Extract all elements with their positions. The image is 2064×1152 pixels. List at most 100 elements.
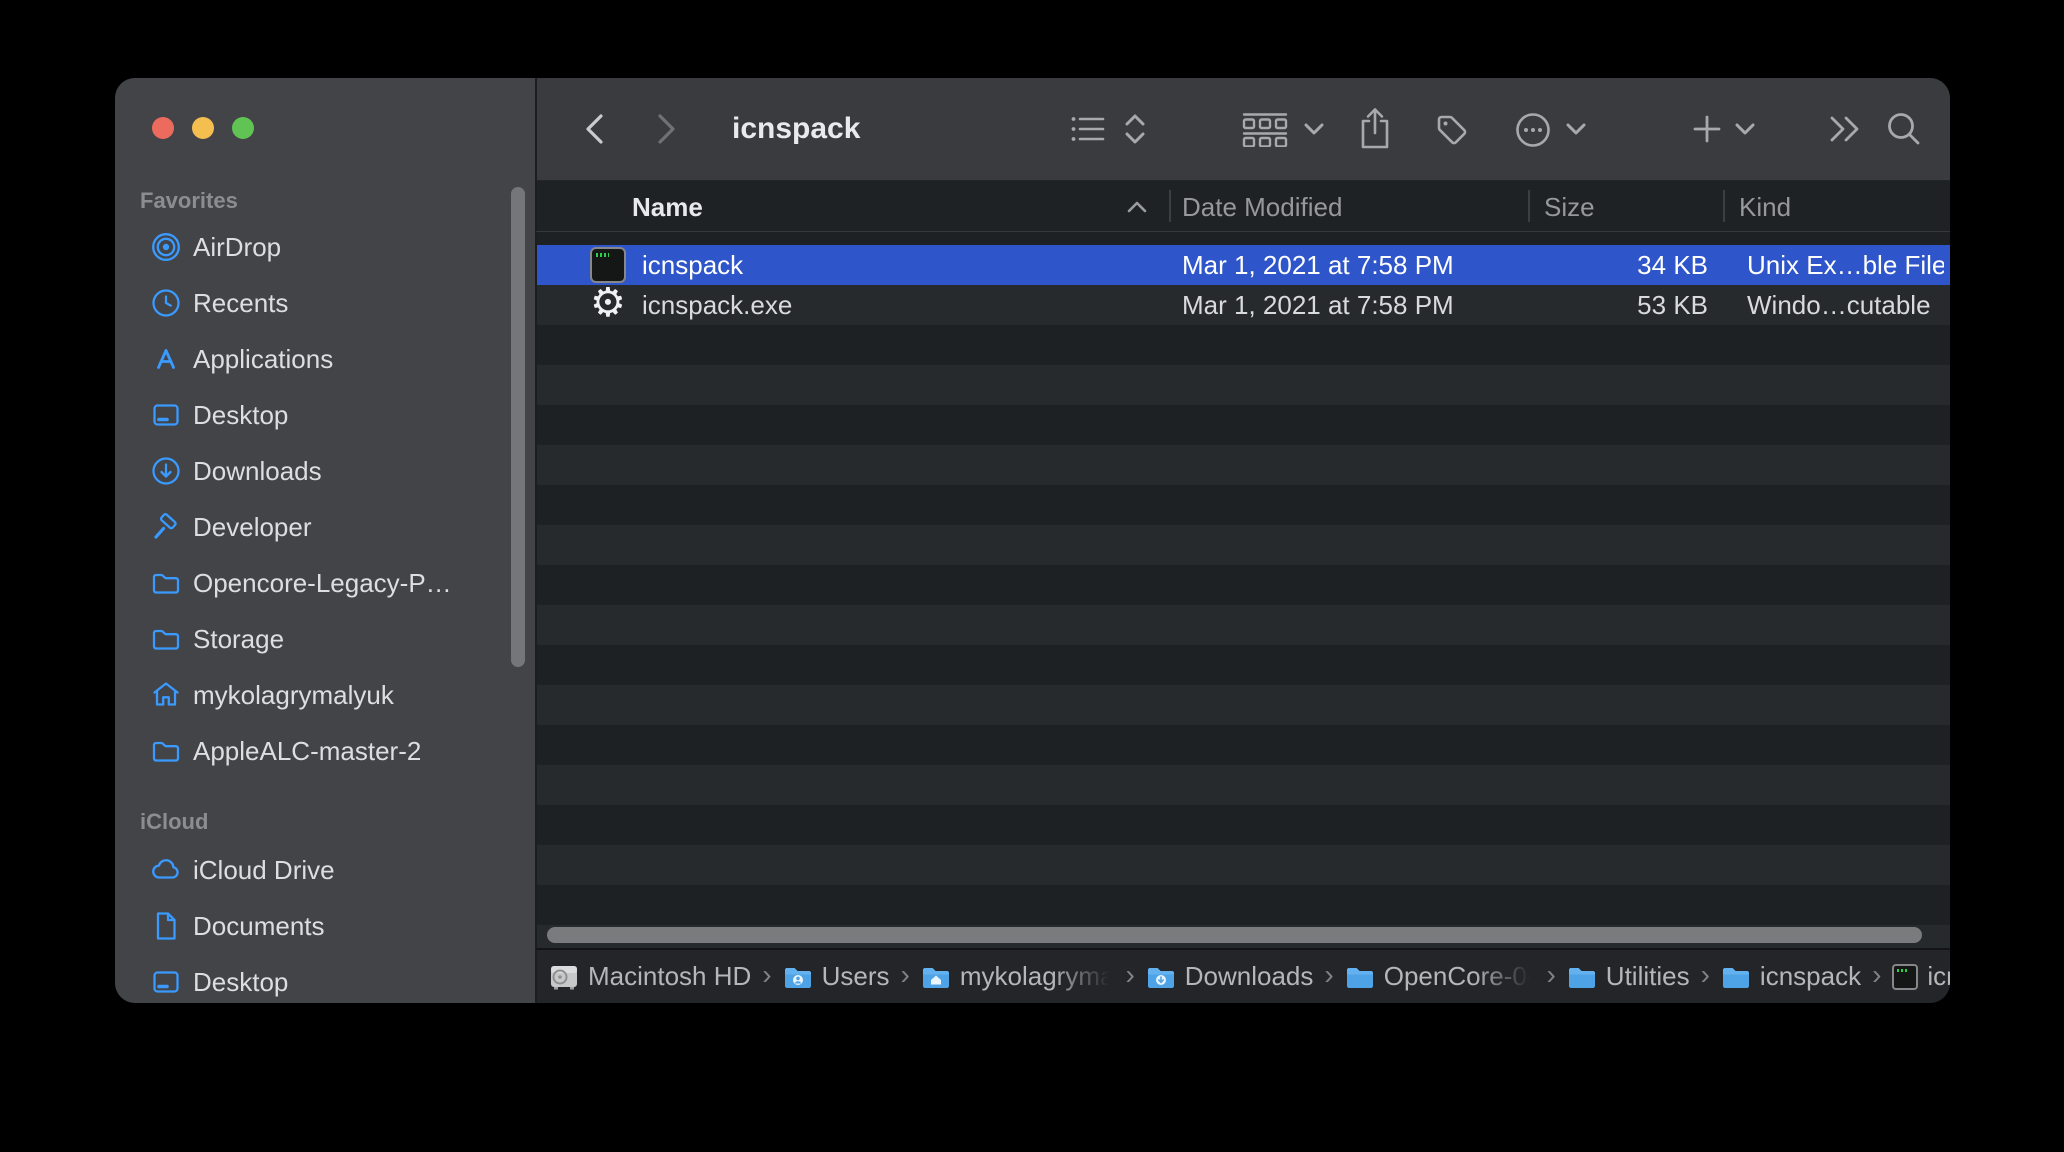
chevron-right-icon bbox=[658, 114, 675, 144]
column-divider[interactable] bbox=[1169, 190, 1171, 222]
sidebar-item-label: Recents bbox=[193, 287, 289, 318]
row-stripes bbox=[537, 245, 1950, 948]
file-size: 53 KB bbox=[1637, 290, 1708, 320]
table-row[interactable]: icnspack Mar 1, 2021 at 7:58 PM 34 KB Un… bbox=[537, 245, 1950, 285]
sidebar-item-desktop-icloud[interactable]: Desktop bbox=[115, 954, 535, 1003]
clock-icon bbox=[152, 289, 180, 317]
sidebar-section-icloud: iCloud bbox=[140, 809, 209, 834]
sidebar-item-label: Opencore-Legacy-P… bbox=[193, 567, 452, 598]
sidebar-item-label: mykolagrymalyuk bbox=[193, 679, 394, 710]
sidebar-item-documents[interactable]: Documents bbox=[115, 898, 535, 954]
hammer-icon bbox=[154, 513, 177, 539]
home-icon bbox=[153, 682, 179, 706]
sort-ascending-icon bbox=[1127, 201, 1147, 213]
more-actions-chevron[interactable] bbox=[1565, 122, 1587, 136]
group-by-icon bbox=[1242, 113, 1288, 147]
folder-blue-icon bbox=[1346, 967, 1373, 988]
appstore-icon bbox=[157, 349, 175, 369]
search-icon bbox=[1888, 113, 1920, 145]
group-by-chevron[interactable] bbox=[1303, 122, 1325, 136]
file-size: 34 KB bbox=[1637, 250, 1708, 280]
document-icon bbox=[156, 912, 176, 940]
file-date: Mar 1, 2021 at 7:58 PM bbox=[1182, 290, 1454, 320]
toolbar: icnspack bbox=[535, 78, 1950, 180]
breadcrumb-opencore[interactable]: OpenCore-0- bbox=[1345, 961, 1535, 992]
minimize-window-button[interactable] bbox=[192, 117, 214, 139]
tag-button[interactable] bbox=[1433, 111, 1471, 149]
horizontal-scrollbar[interactable] bbox=[547, 927, 1922, 943]
double-chevron-right-icon bbox=[1830, 116, 1859, 142]
sidebar-scrollbar[interactable] bbox=[511, 187, 525, 667]
plus-icon bbox=[1693, 115, 1721, 143]
share-button[interactable] bbox=[1357, 107, 1393, 151]
breadcrumb-utilities[interactable]: Utilities bbox=[1567, 961, 1690, 992]
column-header-date[interactable]: Date Modified bbox=[1182, 181, 1342, 233]
column-divider[interactable] bbox=[1528, 190, 1530, 222]
sort-direction-button[interactable] bbox=[1122, 111, 1148, 147]
new-item-chevron[interactable] bbox=[1734, 122, 1756, 136]
folder-blue-icon bbox=[1568, 967, 1595, 988]
column-divider[interactable] bbox=[1723, 190, 1725, 222]
sidebar-item-storage[interactable]: Storage bbox=[115, 611, 535, 667]
breadcrumb-separator: › bbox=[1324, 958, 1334, 990]
toolbar-overflow-button[interactable] bbox=[1827, 114, 1863, 144]
chevron-down-icon bbox=[1566, 123, 1586, 135]
breadcrumb-icnspack-file[interactable]: icnspack bbox=[1892, 961, 1950, 992]
breadcrumb-downloads[interactable]: Downloads bbox=[1146, 961, 1314, 992]
sidebar-item-downloads[interactable]: Downloads bbox=[115, 443, 535, 499]
zoom-window-button[interactable] bbox=[232, 117, 254, 139]
cloud-icon bbox=[152, 859, 179, 879]
breadcrumb-separator: › bbox=[1125, 958, 1135, 990]
sidebar-item-airdrop[interactable]: AirDrop bbox=[115, 219, 535, 275]
folder-users-icon bbox=[784, 967, 811, 988]
terminal-file-icon bbox=[590, 247, 626, 283]
up-down-chevrons-icon bbox=[1125, 114, 1145, 144]
breadcrumb-icnspack-folder[interactable]: icnspack bbox=[1721, 961, 1861, 992]
back-button[interactable] bbox=[582, 112, 606, 146]
column-header-kind[interactable]: Kind bbox=[1739, 181, 1791, 233]
chevron-left-icon bbox=[586, 114, 603, 144]
search-button[interactable] bbox=[1885, 110, 1923, 148]
folder-home-icon bbox=[922, 967, 949, 988]
chevron-down-icon bbox=[1735, 123, 1755, 135]
sidebar-item-applealc[interactable]: AppleALC-master-2 bbox=[115, 723, 535, 779]
close-window-button[interactable] bbox=[152, 117, 174, 139]
breadcrumb-label: icnspack bbox=[1759, 961, 1862, 991]
more-actions-button[interactable] bbox=[1514, 111, 1552, 149]
sidebar-item-home[interactable]: mykolagrymalyuk bbox=[115, 667, 535, 723]
column-header-name[interactable]: Name bbox=[632, 181, 703, 233]
breadcrumb-home[interactable]: mykolagryma bbox=[921, 961, 1114, 992]
view-mode-button[interactable] bbox=[1070, 113, 1106, 145]
breadcrumb-label: Downloads bbox=[1184, 961, 1314, 991]
list-view-icon bbox=[1071, 117, 1105, 141]
folder-downloads-icon bbox=[1147, 967, 1174, 988]
list-column-header: Name Date Modified Size Kind bbox=[535, 180, 1950, 232]
sidebar: Favorites AirDrop Recents Applications D… bbox=[115, 78, 535, 1003]
sidebar-item-opencore-legacy[interactable]: Opencore-Legacy-P… bbox=[115, 555, 535, 611]
sidebar-item-desktop[interactable]: Desktop bbox=[115, 387, 535, 443]
sidebar-item-developer[interactable]: Developer bbox=[115, 499, 535, 555]
folder-icon bbox=[152, 573, 180, 594]
sidebar-item-icloud-drive[interactable]: iCloud Drive bbox=[115, 842, 535, 898]
sidebar-item-applications[interactable]: Applications bbox=[115, 331, 535, 387]
sidebar-item-label: Applications bbox=[193, 343, 334, 374]
sidebar-section-favorites: Favorites bbox=[140, 188, 238, 213]
column-header-size[interactable]: Size bbox=[1544, 181, 1595, 233]
forward-button[interactable] bbox=[655, 112, 679, 146]
gear-exe-icon: ⚙ bbox=[590, 280, 626, 326]
group-by-button[interactable] bbox=[1240, 111, 1290, 147]
new-item-button[interactable] bbox=[1692, 114, 1722, 144]
share-icon bbox=[1361, 108, 1389, 149]
breadcrumb-macintosh-hd[interactable]: Macintosh HD bbox=[549, 961, 751, 992]
sidebar-item-label: Desktop bbox=[193, 399, 289, 430]
sidebar-item-label: Storage bbox=[193, 623, 285, 654]
sidebar-item-label: Downloads bbox=[193, 455, 322, 486]
table-row[interactable]: ⚙ icnspack.exe Mar 1, 2021 at 7:58 PM 53… bbox=[537, 280, 1950, 326]
breadcrumb-separator: › bbox=[1872, 958, 1882, 990]
breadcrumb-users[interactable]: Users bbox=[783, 961, 890, 992]
desktop-icon bbox=[153, 971, 179, 993]
file-date: Mar 1, 2021 at 7:58 PM bbox=[1182, 250, 1454, 280]
sidebar-item-label: Developer bbox=[193, 511, 312, 542]
chevron-down-icon bbox=[1304, 123, 1324, 135]
sidebar-item-recents[interactable]: Recents bbox=[115, 275, 535, 331]
